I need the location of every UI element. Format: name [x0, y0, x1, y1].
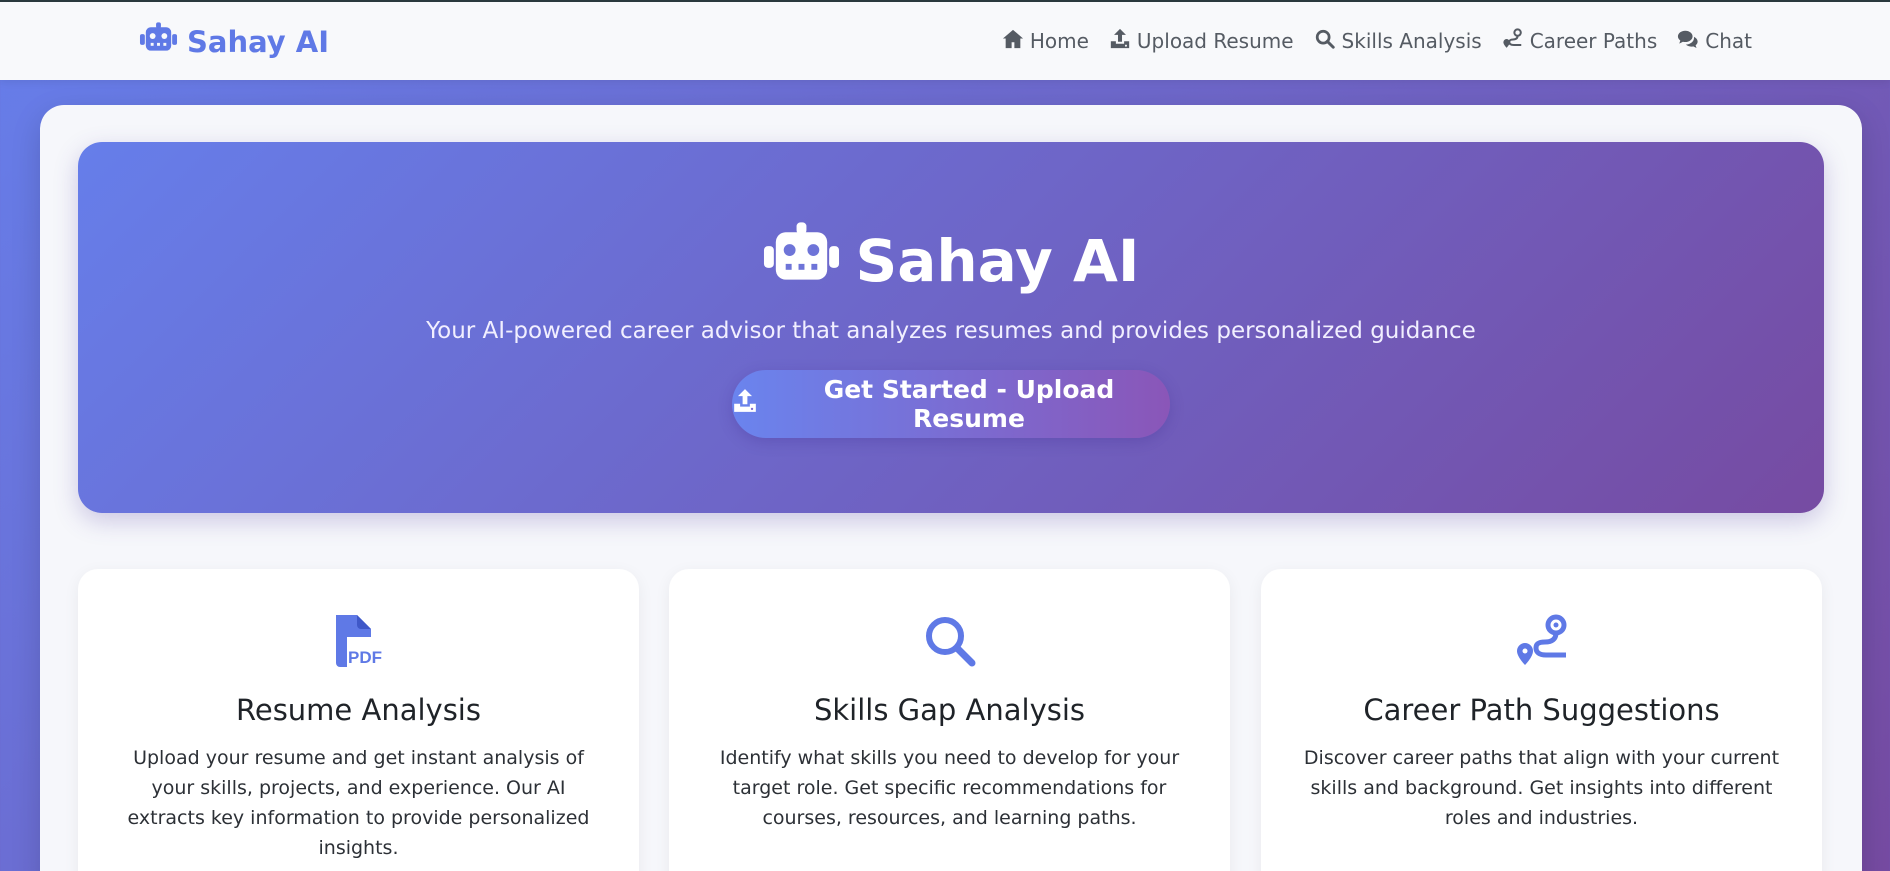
feature-description: Discover career paths that align with yo… — [1303, 747, 1780, 829]
nav-career-paths[interactable]: Career Paths — [1502, 27, 1658, 55]
nav-skills-label: Skills Analysis — [1341, 29, 1482, 53]
nav-links: Home Upload Resume Skills Analysis Caree… — [1002, 2, 1752, 80]
nav-chat[interactable]: Chat — [1677, 28, 1752, 55]
feature-title: Career Path Suggestions — [1363, 693, 1720, 727]
nav-chat-label: Chat — [1705, 29, 1752, 53]
nav-upload-resume[interactable]: Upload Resume — [1109, 28, 1294, 55]
route-icon — [1502, 27, 1524, 55]
robot-icon — [139, 22, 178, 61]
feature-description: Identify what skills you need to develop… — [719, 747, 1180, 829]
nav-home-label: Home — [1029, 29, 1089, 53]
navbar: Sahay AI Home Upload Resume Skills Analy… — [0, 2, 1890, 80]
feature-title: Resume Analysis — [236, 693, 481, 727]
upload-icon — [1109, 28, 1131, 55]
upload-icon — [732, 388, 758, 420]
nav-career-label: Career Paths — [1529, 29, 1658, 53]
robot-icon — [762, 222, 841, 300]
cta-label: Get Started - Upload Resume — [823, 375, 1115, 433]
hero-title-text: Sahay AI — [855, 227, 1140, 295]
home-icon — [1002, 28, 1024, 55]
feature-description: Upload your resume and get instant analy… — [127, 747, 590, 859]
search-icon — [669, 613, 1230, 669]
chat-icon — [1677, 28, 1699, 55]
route-icon — [1261, 613, 1822, 669]
feature-card-career-paths: Career Path Suggestions Discover career … — [1261, 569, 1822, 871]
hero-banner: Sahay AI Your AI-powered career advisor … — [78, 142, 1824, 513]
pdf-file-icon: PDF — [78, 613, 639, 669]
hero-title: Sahay AI — [78, 222, 1824, 300]
nav-skills-analysis[interactable]: Skills Analysis — [1314, 28, 1482, 55]
brand-logo-link[interactable]: Sahay AI — [139, 22, 329, 61]
svg-text:PDF: PDF — [348, 648, 382, 667]
feature-title: Skills Gap Analysis — [813, 693, 1086, 727]
search-icon — [1314, 28, 1336, 55]
brand-name: Sahay AI — [187, 24, 330, 59]
feature-card-skills-gap: Skills Gap Analysis Identify what skills… — [669, 569, 1230, 871]
nav-upload-label: Upload Resume — [1136, 29, 1294, 53]
get-started-upload-button[interactable]: Get Started - Upload Resume — [732, 370, 1170, 438]
nav-home[interactable]: Home — [1002, 28, 1089, 55]
hero-subtitle: Your AI-powered career advisor that anal… — [426, 318, 1476, 344]
feature-card-resume-analysis: PDF Resume Analysis Upload your resume a… — [78, 569, 639, 871]
